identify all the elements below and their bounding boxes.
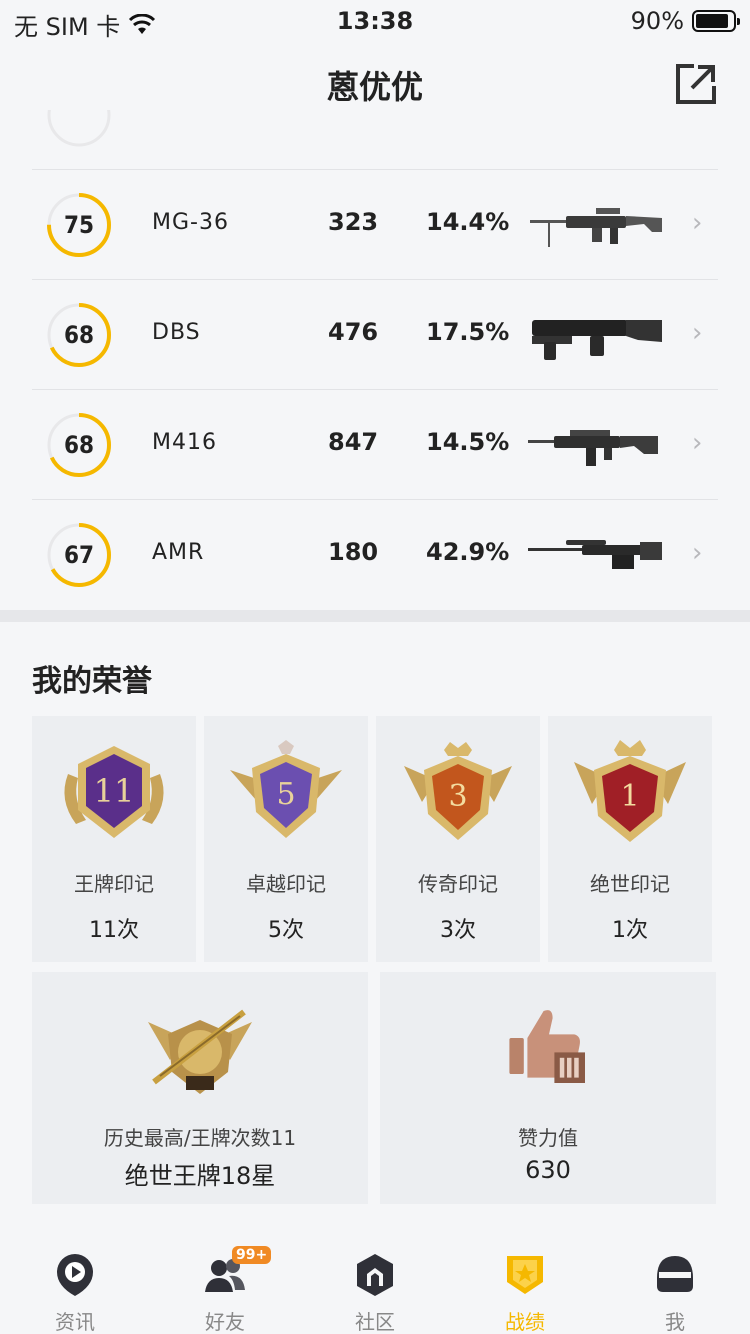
- share-external-icon[interactable]: [674, 62, 718, 106]
- thumbs-up-icon: [509, 1010, 585, 1083]
- score-ring: [47, 110, 111, 147]
- badge-number: 1: [620, 779, 639, 814]
- section-divider: [0, 610, 750, 622]
- weapon-score: 68: [63, 321, 95, 349]
- weapon-image-partial: [526, 110, 666, 142]
- helmet-icon: [657, 1256, 693, 1292]
- news-play-icon: [57, 1254, 93, 1296]
- likes-card[interactable]: 赞力值 630: [380, 972, 716, 1204]
- tab-friends[interactable]: 99+ 好友: [150, 1234, 300, 1334]
- shotgun-icon: [532, 320, 662, 360]
- honor-title: 我的荣誉: [32, 664, 152, 699]
- tab-bar: 资讯 99+ 好友 社区 战绩 我: [0, 1234, 750, 1334]
- highest-rank-value: 绝世王牌18星: [124, 1162, 276, 1190]
- chevron-right-icon[interactable]: ›: [692, 208, 702, 238]
- badge-card-ace[interactable]: 11 王牌印记 11次: [32, 716, 196, 962]
- legend-mark-badge-icon: 3: [404, 742, 512, 840]
- weapon-row[interactable]: 75 MG-36 323 14.4% ›: [32, 170, 718, 280]
- badge-name: 卓越印记: [246, 872, 326, 896]
- chevron-right-icon[interactable]: ›: [692, 538, 702, 568]
- weapon-name: AMR: [152, 540, 205, 565]
- weapon-name: DBS: [152, 320, 201, 345]
- badge-card-legend[interactable]: 3 传奇印记 3次: [376, 716, 540, 962]
- battery-icon: [692, 10, 740, 32]
- badge-number: 3: [448, 779, 467, 814]
- chevron-right-icon[interactable]: ›: [692, 428, 702, 458]
- tab-label: 资讯: [55, 1310, 95, 1334]
- likes-label: 赞力值: [518, 1126, 578, 1150]
- weapon-row-partial[interactable]: [32, 110, 718, 170]
- weapon-kills: 323: [328, 208, 379, 236]
- weapon-kills: 180: [328, 538, 379, 566]
- badge-count: 11次: [89, 918, 139, 943]
- community-icon: [357, 1254, 393, 1296]
- weapon-rate: 42.9%: [426, 538, 510, 566]
- weapon-row[interactable]: 68 DBS 476 17.5% ›: [32, 280, 718, 390]
- lmg-icon: [530, 208, 662, 247]
- weapon-score: 75: [63, 211, 95, 239]
- weapon-name: MG-36: [152, 210, 229, 235]
- sniper-icon: [528, 540, 662, 569]
- weapon-name: M416: [152, 430, 217, 455]
- badge-count: 5次: [268, 918, 304, 943]
- tab-me[interactable]: 我: [600, 1234, 750, 1334]
- badge-name: 传奇印记: [418, 872, 498, 896]
- chevron-right-icon[interactable]: ›: [692, 318, 702, 348]
- weapon-rate: 14.4%: [426, 208, 510, 236]
- badge-number: 5: [276, 777, 295, 812]
- tab-label: 我: [665, 1310, 685, 1334]
- weapon-rate: 17.5%: [426, 318, 510, 346]
- excellence-mark-badge-icon: 5: [230, 740, 342, 838]
- badge-card-excellence[interactable]: 5 卓越印记 5次: [204, 716, 368, 962]
- ace-mark-badge-icon: 11: [64, 746, 164, 838]
- battery-percent: 90%: [630, 7, 684, 35]
- badge-name: 王牌印记: [74, 872, 154, 896]
- tab-news[interactable]: 资讯: [0, 1234, 150, 1334]
- highest-rank-card[interactable]: 历史最高/王牌次数11 绝世王牌18星: [32, 972, 368, 1204]
- tab-label: 社区: [355, 1310, 395, 1334]
- weapon-kills: 476: [328, 318, 379, 346]
- badge-number: 11: [94, 772, 135, 810]
- badge-count: 3次: [440, 918, 476, 943]
- highest-rank-label: 历史最高/王牌次数11: [103, 1126, 297, 1150]
- weapon-row[interactable]: 68 M416 847 14.5% ›: [32, 390, 718, 500]
- tab-label: 战绩: [505, 1310, 545, 1334]
- rank-emblem-icon: [148, 1009, 252, 1094]
- rifle-icon: [528, 430, 658, 466]
- badge-name: 绝世印记: [590, 872, 670, 896]
- status-right: 90%: [630, 7, 740, 35]
- badge-card-peerless[interactable]: 1 绝世印记 1次: [548, 716, 712, 962]
- record-badge-icon: [507, 1256, 543, 1294]
- weapon-list: 75 MG-36 323 14.4% › 68 DBS 476 17.5% › …: [0, 110, 750, 610]
- tab-record[interactable]: 战绩: [450, 1234, 600, 1334]
- tab-community[interactable]: 社区: [300, 1234, 450, 1334]
- honor-section: 我的荣誉 11 王牌印记 11次 5 卓越印记 5次 3 传奇印记 3次 1 绝…: [0, 622, 750, 1234]
- weapon-score: 68: [63, 431, 95, 459]
- peerless-mark-badge-icon: 1: [574, 740, 686, 842]
- unread-badge: 99+: [232, 1246, 272, 1264]
- badge-count: 1次: [612, 918, 648, 943]
- page-title: 蒽优优: [326, 68, 423, 106]
- weapon-score: 67: [63, 541, 95, 569]
- weapon-row[interactable]: 67 AMR 180 42.9% ›: [32, 500, 718, 610]
- status-bar: 无 SIM 卡 13:38 90%: [0, 0, 750, 41]
- tab-label: 好友: [205, 1310, 245, 1334]
- likes-value: 630: [525, 1156, 571, 1184]
- weapon-rate: 14.5%: [426, 428, 510, 456]
- weapon-kills: 847: [328, 428, 379, 456]
